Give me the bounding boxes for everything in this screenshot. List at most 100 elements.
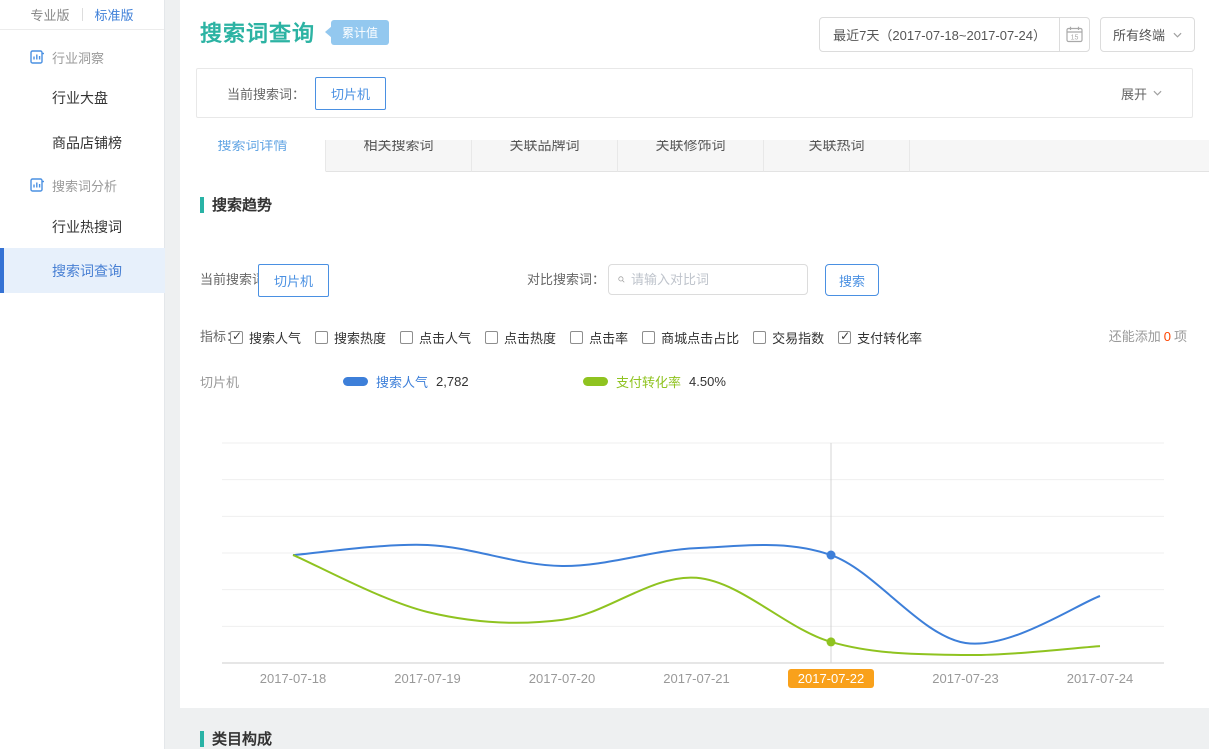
metric-label: 支付转化率 (857, 328, 922, 347)
metric-label: 点击热度 (504, 328, 556, 347)
legend-item-pay-conversion: 支付转化率4.50% (583, 372, 726, 391)
metrics-list: 搜索人气 搜索热度 点击人气 点击热度 点击率 商城点击占比交易指数 支付转化率 (230, 328, 922, 347)
category-section-header: 类目构成 (200, 728, 272, 749)
calendar-icon: 15 (1066, 26, 1083, 43)
add-more-count: 0 (1161, 329, 1174, 344)
checkbox-icon[interactable] (485, 331, 498, 344)
current-search-word-panel: 当前搜索词： 切片机 展开 (196, 68, 1193, 118)
sidebar-item-5[interactable]: 行业热搜词 (0, 214, 165, 240)
metric-checkbox-3[interactable]: 点击人气 (400, 328, 471, 347)
series-line-1 (293, 545, 1100, 644)
sidebar: 专业版 标准版 行业洞察行业大盘商品店铺榜搜索词分析行业热搜词搜索词查询 (0, 0, 165, 749)
x-axis-label: 2017-07-23 (932, 671, 999, 686)
page-title: 搜索词查询 (200, 16, 315, 48)
legend-item-search-popularity: 搜索人气 2,782 (343, 372, 469, 391)
calendar-button[interactable]: 15 (1059, 18, 1089, 51)
x-axis-label: 2017-07-19 (394, 671, 461, 686)
metric-checkbox-1[interactable]: 搜索人气 (230, 328, 301, 347)
legend-series-value: 4.50% (689, 374, 726, 389)
x-axis-label: 2017-07-24 (1067, 671, 1134, 686)
series-line-2 (293, 555, 1100, 655)
expand-label: 展开 (1121, 84, 1147, 103)
category-section-title: 类目构成 (212, 728, 272, 749)
sidebar-item-6[interactable]: 搜索词查询 (0, 248, 165, 293)
x-axis-label: 2017-07-21 (663, 671, 730, 686)
sidebar-item-label: 行业洞察 (52, 48, 104, 67)
trend-section-header: 搜索趋势 (200, 194, 272, 215)
compare-word-input[interactable] (631, 266, 807, 293)
legend-series-name: 搜索人气 (376, 372, 428, 391)
main-content: 搜索词详情相关搜索词关联品牌词关联修饰词关联热词 搜索词查询 累计值 最近7天（… (180, 0, 1209, 749)
metrics-row: 指标： 搜索人气搜索热度点击人气点击热度点击率商城点击占比交易指数支付转化率 还… (180, 328, 1209, 348)
page: 专业版 标准版 行业洞察行业大盘商品店铺榜搜索词分析行业热搜词搜索词查询 搜索词… (0, 0, 1209, 749)
section-accent-bar (200, 731, 204, 747)
metric-checkbox-6[interactable]: 商城点击占比 (642, 328, 739, 347)
x-axis-label: 2017-07-18 (260, 671, 327, 686)
sidebar-item-label: 搜索词查询 (52, 261, 122, 281)
metric-checkbox-4[interactable]: 点击热度 (485, 328, 556, 347)
trend-section-title: 搜索趋势 (212, 194, 272, 215)
metric-checkbox-8[interactable]: 支付转化率 (838, 328, 922, 347)
tab-pro-version[interactable]: 专业版 (18, 5, 81, 24)
cumulative-value-badge: 累计值 (331, 20, 389, 45)
metric-checkbox-2[interactable]: 搜索热度 (315, 328, 386, 347)
terminal-select[interactable]: 所有终端 (1100, 17, 1195, 52)
checkbox-checked-icon[interactable] (838, 331, 851, 344)
checkbox-checked-icon[interactable] (230, 331, 243, 344)
sidebar-item-1: 行业洞察 (0, 44, 165, 70)
trend-line-chart[interactable]: 2017-07-18 2017-07-19 2017-07-20 2017-07-21… (180, 440, 1209, 692)
legend-keyword: 切片机 (200, 372, 239, 391)
checkbox-icon[interactable] (753, 331, 766, 344)
hover-dot-series-2 (827, 637, 836, 646)
date-range-control: 最近7天（2017-07-18~2017-07-24） 15 (819, 17, 1090, 52)
sidebar-item-label: 商品店铺榜 (52, 133, 122, 153)
x-axis-label: 2017-07-20 (529, 671, 596, 686)
legend-swatch-icon (583, 377, 608, 386)
metric-checkbox-5[interactable]: 点击率 (570, 328, 628, 347)
chevron-down-icon (1153, 90, 1162, 96)
expand-toggle[interactable]: 展开 (1121, 84, 1162, 103)
compare-word-label: 对比搜索词： (527, 264, 605, 296)
section-accent-bar (200, 197, 204, 213)
legend-swatch-icon (343, 377, 368, 386)
category-section: 类目构成 (180, 708, 1209, 749)
search-icon (618, 272, 625, 287)
checkbox-icon[interactable] (400, 331, 413, 344)
terminal-select-value: 所有终端 (1113, 25, 1165, 44)
header-card: 搜索词查询 累计值 最近7天（2017-07-18~2017-07-24） 15 (180, 0, 1209, 140)
chart-legend-row: 切片机 搜索人气 2,782 支付转化率4.50% (180, 372, 1209, 392)
sidebar-item-label: 行业大盘 (52, 88, 108, 108)
current-word-chip[interactable]: 切片机 (315, 77, 386, 110)
date-range-value[interactable]: 最近7天（2017-07-18~2017-07-24） (820, 18, 1059, 51)
version-tabs: 专业版 标准版 (0, 0, 164, 30)
search-button[interactable]: 搜索 (825, 264, 879, 296)
svg-text:15: 15 (1071, 35, 1079, 42)
checkbox-icon[interactable] (570, 331, 583, 344)
metric-label: 商城点击占比 (661, 328, 739, 347)
industry-insight-icon (30, 50, 45, 64)
top-controls: 最近7天（2017-07-18~2017-07-24） 15 所有终端 (819, 17, 1195, 52)
add-more-hint: 还能添加0项 (1109, 328, 1187, 346)
checkbox-icon[interactable] (642, 331, 655, 344)
line-chart-svg: 2017-07-18 2017-07-19 2017-07-20 2017-07-21… (180, 440, 1209, 692)
metric-label: 搜索热度 (334, 328, 386, 347)
chevron-down-icon (1173, 32, 1182, 38)
sidebar-item-3[interactable]: 商品店铺榜 (0, 130, 165, 156)
x-axis-label-highlighted[interactable]: 2017-07-22 (798, 671, 865, 686)
hover-dot-series-1 (827, 551, 836, 560)
sidebar-item-2[interactable]: 行业大盘 (0, 85, 165, 111)
current-word-label: 当前搜索词： (227, 84, 305, 103)
compare-input-wrap (608, 264, 808, 295)
search-word-analysis-icon (30, 178, 45, 192)
metric-label: 点击率 (589, 328, 628, 347)
search-trend-panel: 搜索趋势 当前搜索词: 切片机 对比搜索词： 搜索 指标： 搜索人气搜索热度点击… (180, 172, 1209, 708)
sidebar-item-label: 搜索词分析 (52, 176, 117, 195)
metric-checkbox-7[interactable]: 交易指数 (753, 328, 824, 347)
tab-standard-version[interactable]: 标准版 (83, 5, 146, 24)
metric-label: 点击人气 (419, 328, 471, 347)
legend-series-value: 2,782 (436, 374, 469, 389)
sidebar-item-label: 行业热搜词 (52, 217, 122, 237)
checkbox-icon[interactable] (315, 331, 328, 344)
metric-label: 搜索人气 (249, 328, 301, 347)
trend-current-word-chip[interactable]: 切片机 (258, 264, 329, 297)
